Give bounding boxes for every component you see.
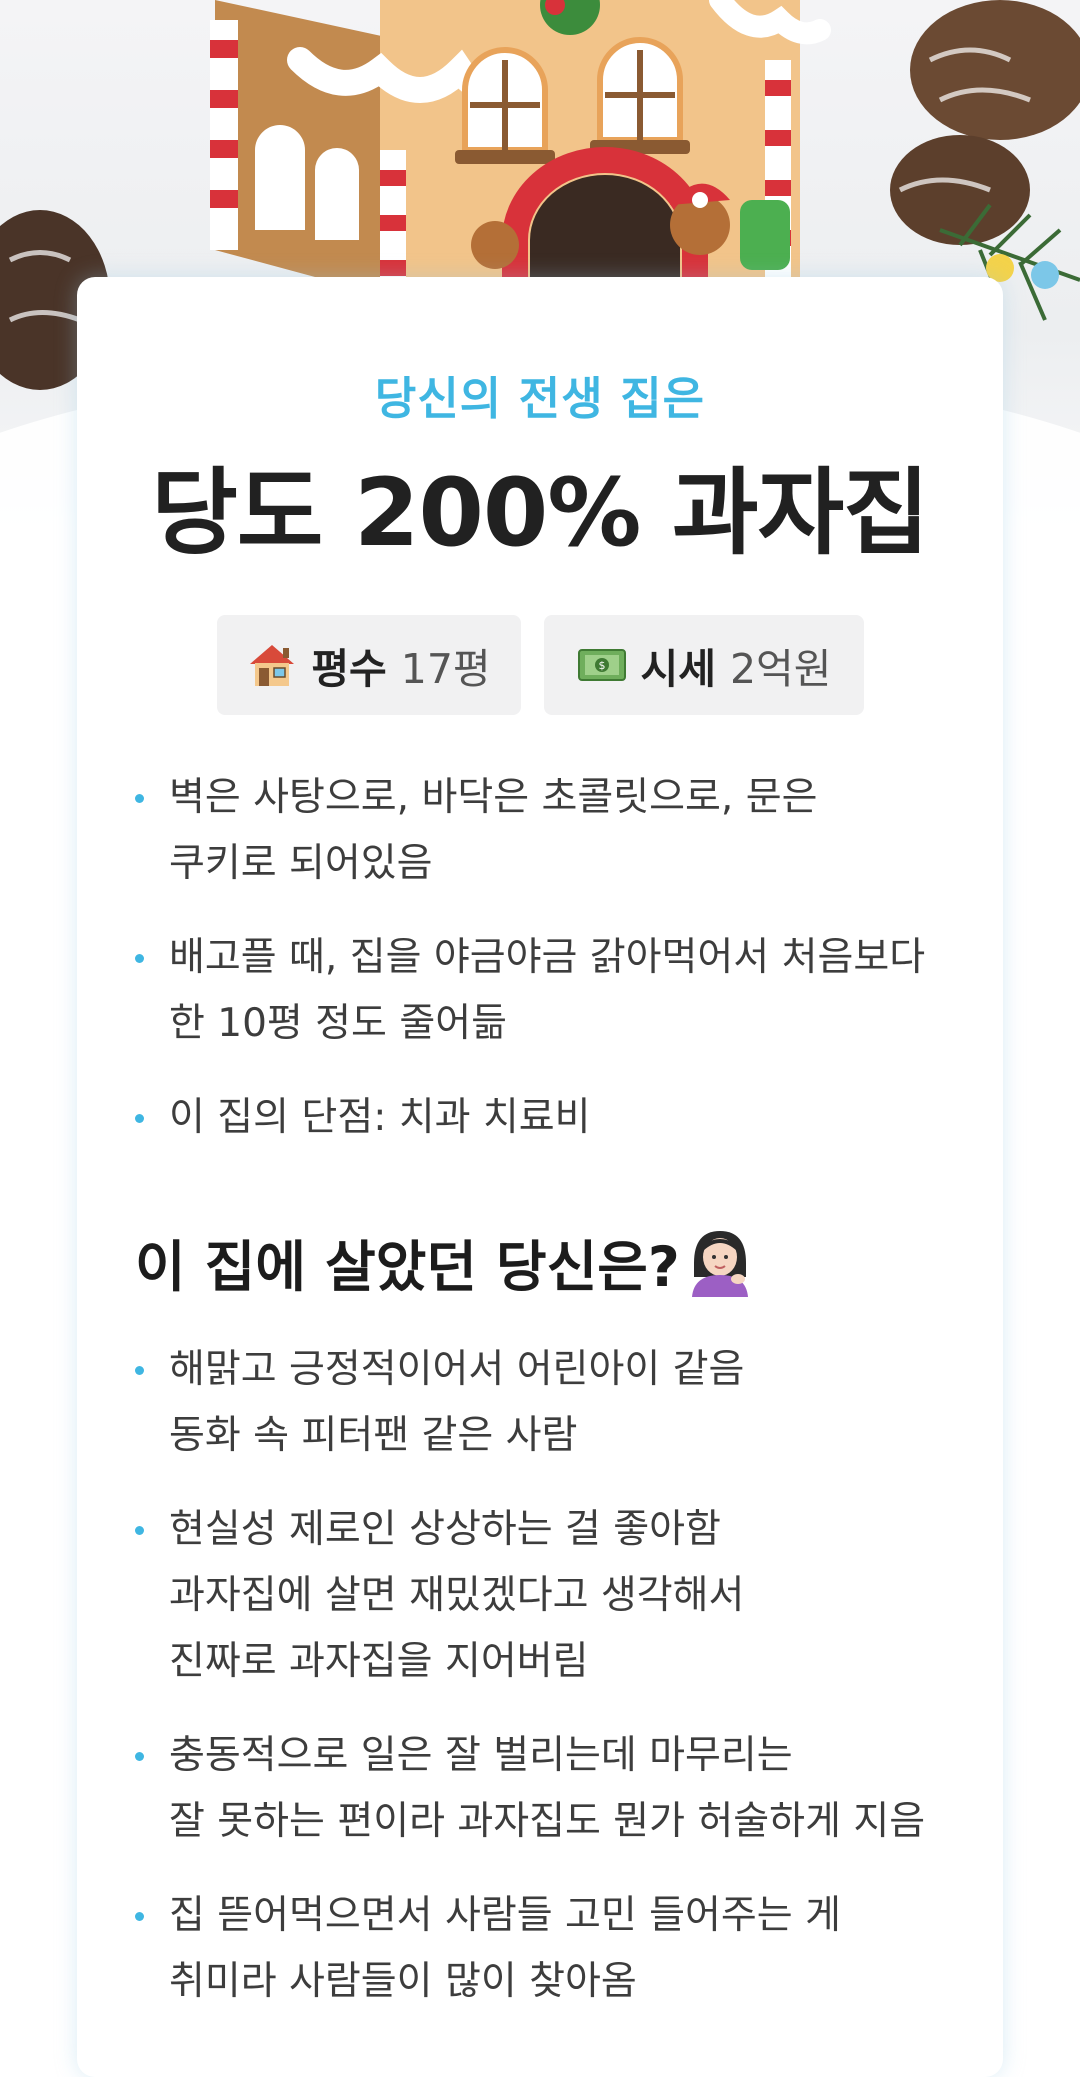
personality-heading-text: 이 집에 살았던 당신은? xyxy=(135,1235,680,1299)
person-tipping-hand-icon xyxy=(691,1231,748,1297)
result-subtitle: 당신의 전생 집은 xyxy=(374,372,706,425)
list-item: 벽은 사탕으로, 바닥은 초콜릿으로, 문은 쿠키로 되어있음 xyxy=(135,765,965,897)
list-item: 배고플 때, 집을 야금야금 갉아먹어서 처음보다 한 10평 정도 줄어듦 xyxy=(135,925,965,1057)
stat-size-chip: 평수 17평 xyxy=(217,615,521,715)
result-title: 당도 200% 과자집 xyxy=(151,459,929,568)
stat-size-value: 17평 xyxy=(400,645,491,693)
personality-heading: 이 집에 살았던 당신은? xyxy=(135,1222,965,1302)
stat-price-chip: $ 시세 2억원 xyxy=(544,615,864,715)
stat-price-value: 2억원 xyxy=(729,645,832,693)
list-item: 충동적으로 일은 잘 벌리는데 마무리는 잘 못하는 편이라 과자집도 뭔가 허… xyxy=(135,1723,965,1855)
list-item: 현실성 제로인 상상하는 걸 좋아함 과자집에 살면 재밌겠다고 생각해서 진짜… xyxy=(135,1497,965,1695)
stat-size-label: 평수 xyxy=(311,645,387,693)
result-card: 당신의 전생 집은 당도 200% 과자집 평수 17평 $ 시세 2억원 벽은… xyxy=(77,277,1003,2077)
stat-price-label: 시세 xyxy=(640,645,716,693)
personality-list: 해맑고 긍정적이어서 어린아이 같음 동화 속 피터팬 같은 사람 현실성 제로… xyxy=(135,1337,965,2043)
house-description-list: 벽은 사탕으로, 바닥은 초콜릿으로, 문은 쿠키로 되어있음 배고플 때, 집… xyxy=(135,765,965,1179)
list-item: 해맑고 긍정적이어서 어린아이 같음 동화 속 피터팬 같은 사람 xyxy=(135,1337,965,1469)
list-item: 집 뜯어먹으면서 사람들 고민 들어주는 게 취미라 사람들이 많이 찾아옴 xyxy=(135,1883,965,2015)
list-item: 이 집의 단점: 치과 치료비 xyxy=(135,1085,965,1151)
svg-text:$: $ xyxy=(598,659,605,672)
house-icon xyxy=(250,645,295,686)
money-icon: $ xyxy=(577,649,626,681)
